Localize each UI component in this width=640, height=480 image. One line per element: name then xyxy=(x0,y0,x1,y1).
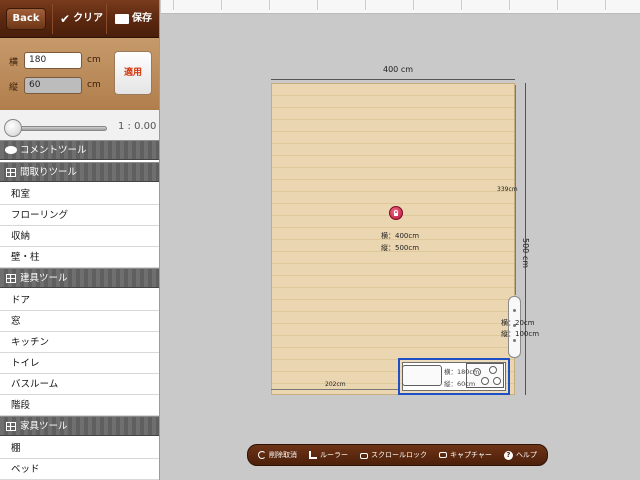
list-item-shelf[interactable]: 棚 xyxy=(0,438,159,459)
section-label: 間取りツール xyxy=(20,167,78,178)
help-icon: ? xyxy=(503,450,513,460)
fixture-depth-text: 縦：100cm xyxy=(501,330,540,338)
capture-button[interactable]: キャプチャー xyxy=(439,450,492,460)
fixture-dot xyxy=(513,339,516,342)
list-item-bed[interactable]: ベッド xyxy=(0,459,159,480)
list-item-window[interactable]: 窓 xyxy=(0,311,159,332)
help-label: ヘルプ xyxy=(515,451,537,459)
width-input[interactable]: 180 xyxy=(24,52,82,69)
section-fittings-tool[interactable]: 建具ツール xyxy=(0,268,159,288)
list-item-bathroom[interactable]: バスルーム xyxy=(0,374,159,395)
ruler-tick xyxy=(557,0,558,10)
sidebar: Back ✔ クリア 保存 横 180 cm 縦 60 cm 適用 1 : 0.… xyxy=(0,0,160,480)
top-ruler xyxy=(161,0,640,14)
section-label: 建具ツール xyxy=(20,273,68,284)
ruler-tick xyxy=(413,0,414,10)
ruler-tick xyxy=(317,0,318,10)
ruler-button[interactable]: ルーラー xyxy=(309,450,348,460)
ruler-tick xyxy=(269,0,270,10)
zoom-slider-knob[interactable] xyxy=(4,119,22,137)
section-floorplan-tool[interactable]: 間取りツール xyxy=(0,162,159,182)
top-toolbar: Back ✔ クリア 保存 xyxy=(0,0,159,38)
depth-unit: cm xyxy=(87,80,101,90)
room-width-dimension-line xyxy=(271,79,515,80)
list-item-toilet[interactable]: トイレ xyxy=(0,353,159,374)
ruler-label: ルーラー xyxy=(320,451,348,459)
depth-input[interactable]: 60 xyxy=(24,77,82,94)
scroll-lock-label: スクロールロック xyxy=(371,451,427,459)
lock-icon[interactable] xyxy=(389,206,403,220)
list-item-storage[interactable]: 収納 xyxy=(0,226,159,247)
ruler-tick xyxy=(173,0,174,10)
room-height-text: 500 cm xyxy=(521,238,530,269)
capture-label: キャプチャー xyxy=(450,451,492,459)
help-button[interactable]: ? ヘルプ xyxy=(503,450,537,460)
ruler-icon xyxy=(309,451,317,459)
list-item-door[interactable]: ドア xyxy=(0,290,159,311)
ruler-tick xyxy=(509,0,510,10)
list-item-stairs[interactable]: 階段 xyxy=(0,395,159,416)
right-gap-text: 339cm xyxy=(497,186,518,193)
toolbar-divider xyxy=(52,4,53,34)
grid-icon xyxy=(6,168,16,177)
grid-icon xyxy=(6,274,16,283)
width-label: 横 xyxy=(9,58,19,68)
save-button[interactable]: 保存 xyxy=(115,8,152,30)
room-info-depth: 縦：500cm xyxy=(381,244,420,252)
depth-label: 縦 xyxy=(9,83,19,93)
checkmark-icon: ✔ xyxy=(60,12,71,26)
list-item-flooring[interactable]: フローリング xyxy=(0,205,159,226)
list-item-kitchen[interactable]: キッチン xyxy=(0,332,159,353)
section-label: 家具ツール xyxy=(20,421,68,432)
undo-delete-label: 削除取消 xyxy=(269,451,297,459)
lock-icon xyxy=(360,453,368,459)
room-info-width: 横：400cm xyxy=(381,232,420,240)
bottom-toolbar: 削除取消 ルーラー スクロールロック キャプチャー ? ヘルプ xyxy=(247,444,548,466)
width-unit: cm xyxy=(87,55,101,65)
undo-delete-button[interactable]: 削除取消 xyxy=(258,450,297,460)
zoom-slider-track[interactable] xyxy=(12,126,107,131)
scroll-lock-button[interactable]: スクロールロック xyxy=(360,450,427,460)
room-width-text: 400 cm xyxy=(383,65,414,74)
ruler-tick xyxy=(605,0,606,10)
selection-box[interactable] xyxy=(398,358,510,395)
folder-icon xyxy=(115,14,129,24)
section-comment-tool[interactable]: コメントツール xyxy=(0,140,159,160)
ruler-tick xyxy=(221,0,222,10)
zoom-scale-text: 1 : 0.00 xyxy=(118,121,157,132)
left-gap-text: 202cm xyxy=(325,381,346,388)
back-button[interactable]: Back xyxy=(6,8,46,30)
left-gap-dimension-line xyxy=(271,389,398,390)
fixture-dot xyxy=(513,309,516,312)
clear-label: クリア xyxy=(73,13,104,24)
size-panel: 横 180 cm 縦 60 cm 適用 xyxy=(0,38,159,110)
toolbar-divider xyxy=(106,4,107,34)
section-furniture-tool[interactable]: 家具ツール xyxy=(0,416,159,436)
ruler-tick xyxy=(461,0,462,10)
list-item-washitsu[interactable]: 和室 xyxy=(0,184,159,205)
list-item-wall-pillar[interactable]: 壁・柱 xyxy=(0,247,159,268)
speech-bubble-icon xyxy=(5,146,17,154)
clear-button[interactable]: ✔ クリア xyxy=(60,8,103,30)
grid-icon xyxy=(6,422,16,431)
fixture-width-text: 横：20cm xyxy=(501,319,535,327)
undo-icon xyxy=(258,451,266,459)
section-label: コメントツール xyxy=(20,145,87,156)
apply-button[interactable]: 適用 xyxy=(114,51,152,95)
camera-icon xyxy=(439,452,447,458)
ruler-tick xyxy=(365,0,366,10)
save-label: 保存 xyxy=(132,13,152,24)
